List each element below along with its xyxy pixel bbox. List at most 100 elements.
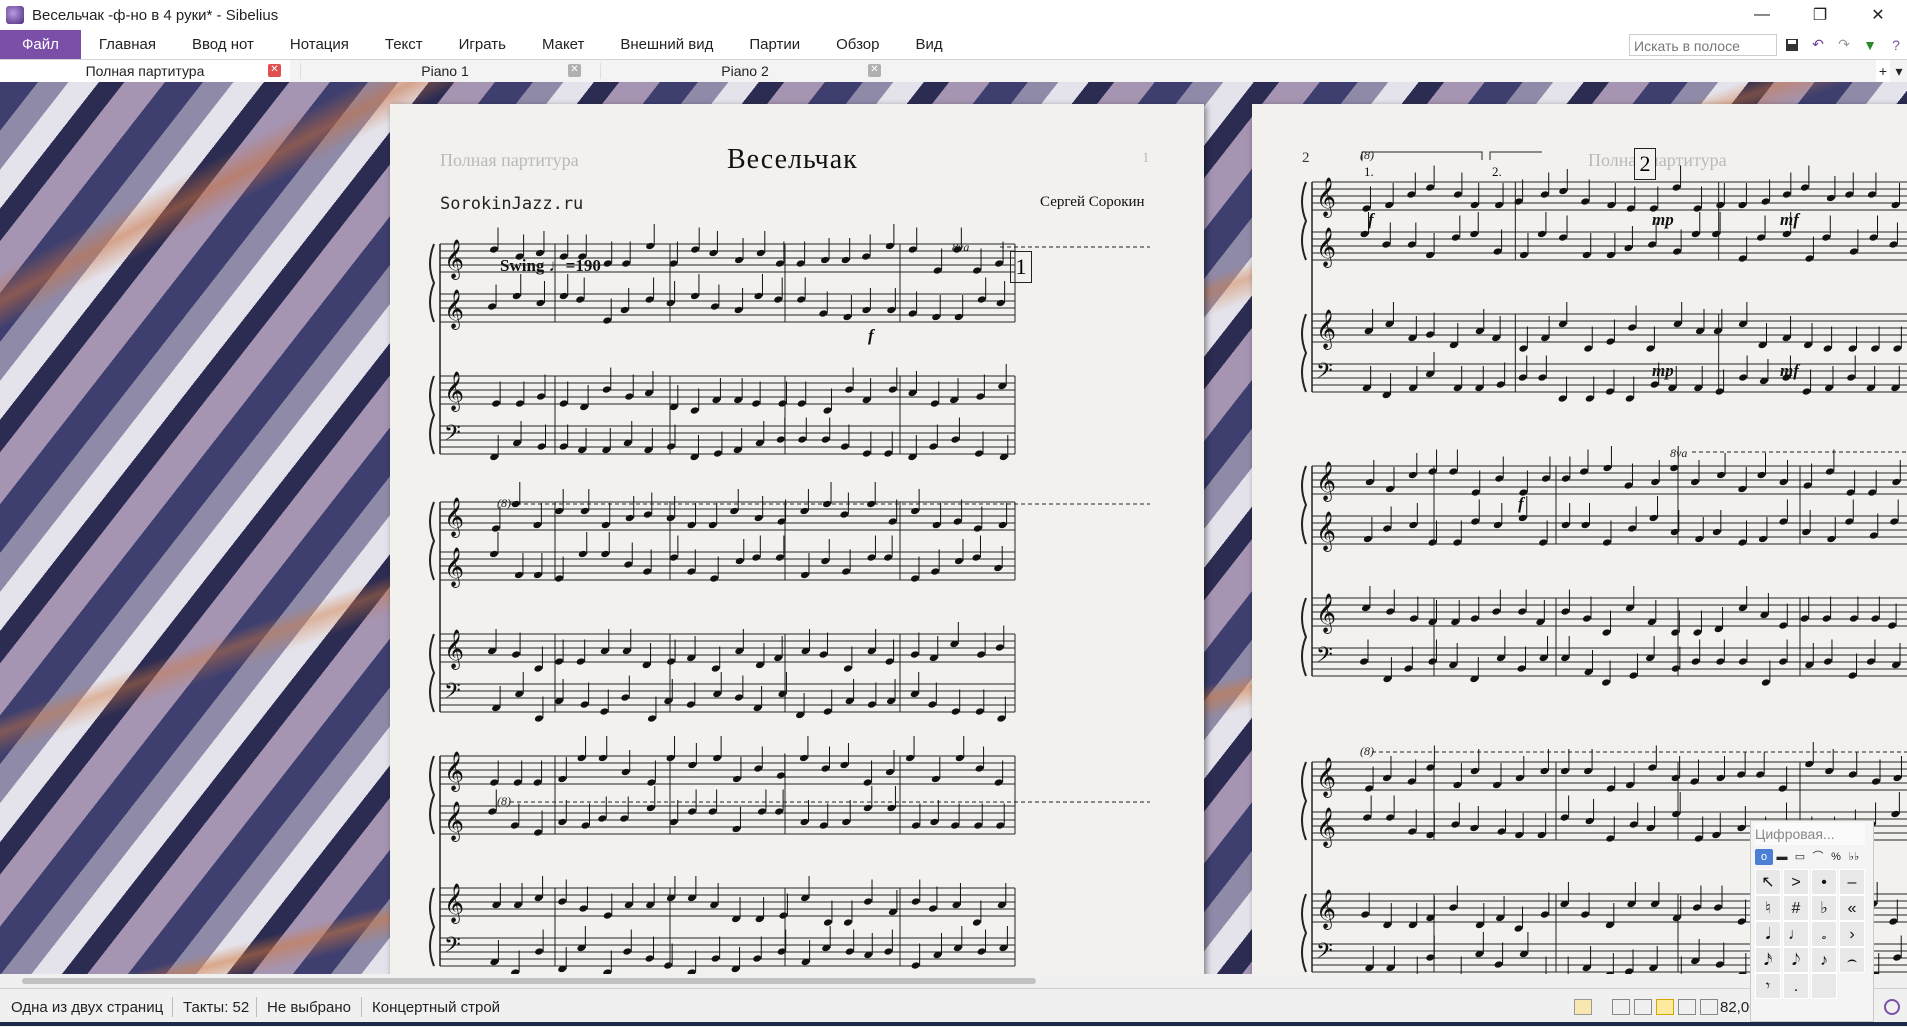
view-pages-icon[interactable]	[1656, 999, 1674, 1015]
note[interactable]	[1519, 251, 1529, 260]
note[interactable]	[1585, 817, 1595, 826]
note[interactable]	[863, 778, 873, 787]
keypad-tab-jazz[interactable]: %	[1827, 849, 1845, 865]
note[interactable]	[910, 574, 920, 583]
note[interactable]	[600, 550, 610, 559]
treble-clef[interactable]: 𝄞	[1316, 807, 1336, 848]
note[interactable]	[578, 550, 588, 559]
note[interactable]	[533, 828, 543, 837]
note[interactable]	[1585, 394, 1595, 403]
note[interactable]	[1887, 621, 1897, 630]
note[interactable]	[1406, 190, 1416, 199]
note[interactable]	[1403, 664, 1413, 673]
note[interactable]	[1737, 485, 1747, 494]
staff[interactable]	[440, 755, 1015, 785]
note[interactable]	[1518, 488, 1528, 497]
music-notation[interactable]: 𝄞 𝄞 𝄞 𝄢 𝄞 𝄞 𝄞 𝄢 𝄞 𝄞 𝄞 𝄢	[390, 104, 1204, 974]
note[interactable]	[1407, 240, 1417, 249]
view-spreads-icon[interactable]	[1634, 999, 1652, 1015]
note[interactable]	[1804, 760, 1814, 769]
note[interactable]	[598, 754, 608, 763]
note[interactable]	[1602, 628, 1612, 637]
keypad-key[interactable]: ♭	[1811, 895, 1837, 921]
note[interactable]	[491, 524, 501, 533]
note[interactable]	[1844, 190, 1854, 199]
note[interactable]	[796, 259, 806, 268]
note[interactable]	[1626, 204, 1636, 213]
maximize-button[interactable]: ❐	[1791, 0, 1849, 30]
horizontal-scrollbar[interactable]	[0, 974, 1907, 988]
tab-list-button[interactable]: ▾	[1892, 60, 1906, 82]
brace[interactable]	[1301, 597, 1308, 677]
note[interactable]	[1560, 607, 1570, 616]
treble-clef[interactable]: 𝄞	[444, 289, 464, 330]
note[interactable]	[863, 897, 873, 906]
keypad-key[interactable]: –	[1839, 869, 1865, 895]
note[interactable]	[1758, 535, 1768, 544]
menu-view[interactable]: Вид	[897, 30, 960, 59]
keypad-tab-beams[interactable]: ▭	[1791, 849, 1809, 865]
keypad-tab-common[interactable]: o	[1755, 849, 1773, 865]
note[interactable]	[711, 664, 721, 673]
note[interactable]	[953, 517, 963, 526]
note[interactable]	[910, 507, 920, 516]
note[interactable]	[647, 714, 657, 723]
note[interactable]	[1385, 607, 1395, 616]
note[interactable]	[774, 807, 784, 816]
note[interactable]	[535, 249, 545, 258]
note[interactable]	[1428, 467, 1438, 476]
note[interactable]	[1713, 903, 1723, 912]
note[interactable]	[602, 385, 612, 394]
staff[interactable]	[440, 375, 1015, 405]
note[interactable]	[952, 245, 962, 254]
note[interactable]	[712, 754, 722, 763]
note[interactable]	[1736, 824, 1746, 833]
note[interactable]	[1493, 247, 1503, 256]
note[interactable]	[642, 567, 652, 576]
note[interactable]	[487, 807, 497, 816]
note[interactable]	[559, 399, 569, 408]
brace[interactable]	[1301, 893, 1308, 973]
brace[interactable]	[1301, 313, 1308, 393]
note[interactable]	[1782, 230, 1792, 239]
brace[interactable]	[1301, 181, 1308, 261]
note[interactable]	[1408, 471, 1418, 480]
note[interactable]	[1755, 770, 1765, 779]
note[interactable]	[1605, 834, 1615, 843]
note[interactable]	[998, 521, 1008, 530]
treble-clef[interactable]: 𝄞	[1316, 227, 1336, 268]
note[interactable]	[973, 821, 983, 830]
note[interactable]	[491, 399, 501, 408]
menu-layout[interactable]: Макет	[524, 30, 602, 59]
treble-clef[interactable]: 𝄞	[444, 801, 464, 842]
note[interactable]	[623, 560, 633, 569]
note[interactable]	[537, 442, 547, 451]
note[interactable]	[533, 571, 543, 580]
note[interactable]	[1738, 373, 1748, 382]
menu-parts[interactable]: Партии	[731, 30, 818, 59]
note[interactable]	[931, 775, 941, 784]
note[interactable]	[950, 821, 960, 830]
note[interactable]	[557, 897, 567, 906]
note[interactable]	[1425, 330, 1435, 339]
note[interactable]	[732, 775, 742, 784]
note[interactable]	[908, 245, 918, 254]
note[interactable]	[580, 700, 590, 709]
note[interactable]	[1890, 810, 1900, 819]
menu-text[interactable]: Текст	[367, 30, 441, 59]
note[interactable]	[1694, 834, 1704, 843]
ribbon-search-input[interactable]: Искать в полосе	[1629, 33, 1777, 56]
view-single-page-icon[interactable]	[1612, 999, 1630, 1015]
bass-clef[interactable]: 𝄢	[444, 933, 461, 963]
note[interactable]	[1493, 521, 1503, 530]
keypad-tab-articulations[interactable]: ⌒	[1809, 849, 1827, 865]
tab-piano-1[interactable]: Piano 1 ✕	[300, 60, 590, 82]
note[interactable]	[1844, 517, 1854, 526]
note[interactable]	[1625, 394, 1635, 403]
treble-clef[interactable]: 𝄞	[444, 751, 464, 792]
note[interactable]	[645, 954, 655, 963]
note[interactable]	[1756, 233, 1766, 242]
keypad-key[interactable]: ♩	[1783, 921, 1809, 947]
score-page-1[interactable]: Полная партитура 1 Весельчак SorokinJazz…	[390, 104, 1204, 974]
note[interactable]	[885, 768, 895, 777]
